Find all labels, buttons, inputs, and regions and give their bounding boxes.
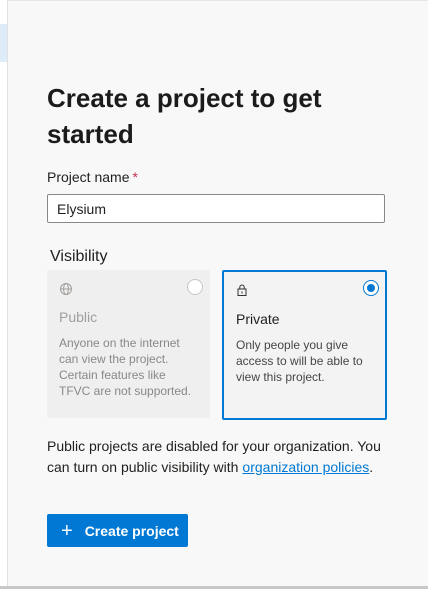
project-name-input[interactable] — [47, 194, 385, 223]
left-nav-rail — [0, 0, 8, 589]
public-option-title: Public — [59, 309, 98, 325]
left-nav-selected-item[interactable] — [0, 24, 7, 62]
create-project-label: Create project — [84, 522, 179, 539]
create-project-button[interactable]: + Create project — [47, 514, 188, 547]
public-disabled-notice: Public projects are disabled for your or… — [47, 436, 392, 478]
public-radio — [187, 279, 203, 295]
project-name-label: Project name * — [47, 169, 138, 185]
visibility-label: Visibility — [50, 248, 108, 265]
private-option-description: Only people you give access to will be a… — [236, 338, 363, 384]
organization-policies-link[interactable]: organization policies — [242, 459, 369, 475]
project-name-label-text: Project name — [47, 169, 130, 185]
public-option-description: Anyone on the internet can view the proj… — [59, 336, 192, 398]
plus-icon: + — [61, 519, 73, 542]
globe-icon — [59, 282, 75, 298]
visibility-option-private[interactable]: Private Only people you give access to w… — [222, 270, 387, 420]
private-radio[interactable] — [363, 280, 379, 296]
notice-suffix: . — [369, 459, 374, 475]
page-title: Create a project to get started — [47, 83, 322, 149]
app-window: Create a project to get started Project … — [0, 0, 428, 589]
lock-icon — [235, 283, 251, 299]
required-marker: * — [132, 169, 138, 185]
private-option-title: Private — [236, 311, 280, 327]
visibility-option-public: Public Anyone on the internet can view t… — [47, 270, 210, 418]
